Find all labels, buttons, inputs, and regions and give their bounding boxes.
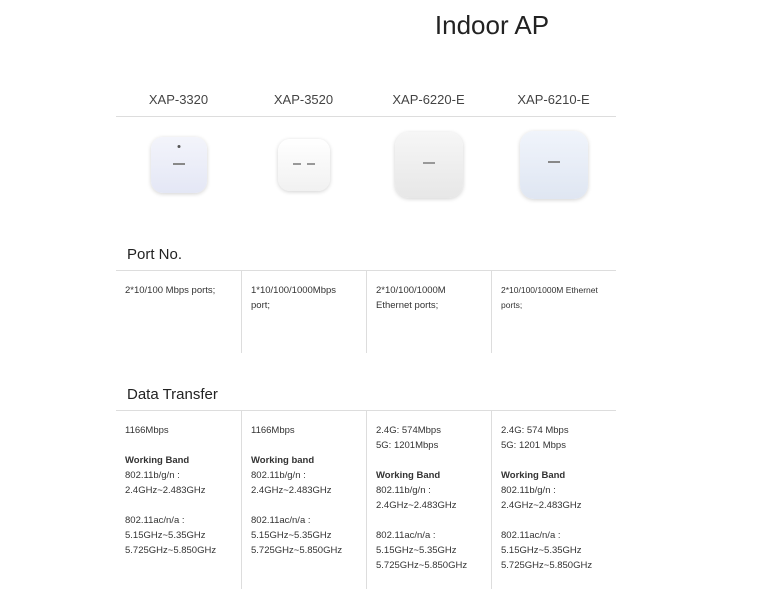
rate-line: 1166Mbps	[251, 425, 295, 436]
port-line: 1*10/100/1000Mbps	[251, 285, 337, 296]
rate-line: 1166Mbps	[125, 425, 169, 436]
product-image-cell	[366, 126, 491, 204]
port-line: Ethernet ports;	[376, 300, 439, 311]
band-line: 5.15GHz~5.35GHz	[251, 530, 332, 541]
access-point-image-xap-3520	[277, 139, 330, 191]
band-line: 802.11b/g/n :	[251, 470, 306, 481]
section-title-port-no: Port No.	[127, 246, 183, 263]
band-line: 5.725GHz~5.850GHz	[251, 545, 343, 556]
band-line: 5.15GHz~5.35GHz	[125, 530, 206, 541]
rate-line: 5G: 1201Mbps	[376, 440, 439, 451]
band-line: 2.4GHz~2.483GHz	[376, 500, 457, 511]
product-image-cell	[491, 126, 616, 204]
band-line: 802.11ac/n/a :	[251, 515, 311, 526]
model-name-xap-3320: XAP-3320	[148, 92, 209, 107]
band-line: 802.11ac/n/a :	[376, 530, 436, 541]
product-image-cell	[116, 126, 241, 204]
rate-line: 2.4G: 574Mbps	[376, 425, 441, 436]
band-line: 5.15GHz~5.35GHz	[376, 545, 457, 556]
port-cell-xap-3320: 2*10/100 Mbps ports;	[116, 271, 241, 353]
band-line: 802.11ac/n/a :	[501, 530, 561, 541]
port-cell-xap-6210-e: 2*10/100/1000M Ethernet ports;	[491, 271, 616, 353]
rate-line: 2.4G: 574 Mbps	[501, 425, 569, 436]
data-transfer-cell-xap-3520: 1166Mbps Working band 802.11b/g/n : 2.4G…	[241, 411, 366, 589]
port-line: port;	[251, 300, 271, 311]
product-image-cell	[241, 126, 366, 204]
band-line: 2.4GHz~2.483GHz	[125, 485, 206, 496]
working-band-label: Working Band	[376, 470, 441, 481]
port-line: 2*10/100/1000M	[376, 285, 446, 296]
data-transfer-cell-xap-6210-e: 2.4G: 574 Mbps 5G: 1201 Mbps Working Ban…	[491, 411, 616, 589]
band-line: 802.11b/g/n :	[125, 470, 180, 481]
band-line: 5.725GHz~5.850GHz	[125, 545, 217, 556]
band-line: 802.11b/g/n :	[376, 485, 431, 496]
page-title: Indoor AP	[434, 10, 550, 40]
band-line: 2.4GHz~2.483GHz	[251, 485, 332, 496]
band-line: 5.15GHz~5.35GHz	[501, 545, 582, 556]
access-point-image-xap-6220-e	[394, 132, 463, 198]
access-point-image-xap-3320	[150, 137, 207, 193]
data-transfer-cell-xap-6220-e: 2.4G: 574Mbps 5G: 1201Mbps Working Band …	[366, 411, 491, 589]
port-line: 2*10/100/1000M Ethernet	[501, 285, 598, 295]
port-line: ports;	[501, 300, 523, 310]
band-line: 2.4GHz~2.483GHz	[501, 500, 582, 511]
port-cell-xap-6220-e: 2*10/100/1000M Ethernet ports;	[366, 271, 491, 353]
model-name-xap-6210-e: XAP-6210-E	[517, 92, 590, 107]
band-line: 5.725GHz~5.850GHz	[376, 560, 468, 571]
model-name-xap-6220-e: XAP-6220-E	[392, 92, 465, 107]
access-point-image-xap-6210-e	[519, 131, 588, 199]
working-band-label: Working band	[251, 455, 315, 466]
data-transfer-cell-xap-3320: 1166Mbps Working Band 802.11b/g/n : 2.4G…	[116, 411, 241, 589]
band-line: 802.11b/g/n :	[501, 485, 556, 496]
product-images-row	[116, 126, 616, 204]
data-transfer-row: 1166Mbps Working Band 802.11b/g/n : 2.4G…	[116, 410, 616, 589]
model-name-xap-3520: XAP-3520	[273, 92, 334, 107]
model-header-row: XAP-3320 XAP-3520 XAP-6220-E XAP-6210-E	[116, 92, 616, 117]
section-title-data-transfer: Data Transfer	[127, 386, 218, 403]
band-line: 802.11ac/n/a :	[125, 515, 185, 526]
port-cell-xap-3520: 1*10/100/1000Mbps port;	[241, 271, 366, 353]
port-line: 2*10/100 Mbps ports;	[125, 285, 216, 296]
band-line: 5.725GHz~5.850GHz	[501, 560, 593, 571]
working-band-label: Working Band	[501, 470, 566, 481]
port-no-row: 2*10/100 Mbps ports; 1*10/100/1000Mbps p…	[116, 270, 616, 353]
rate-line: 5G: 1201 Mbps	[501, 440, 566, 451]
working-band-label: Working Band	[125, 455, 190, 466]
